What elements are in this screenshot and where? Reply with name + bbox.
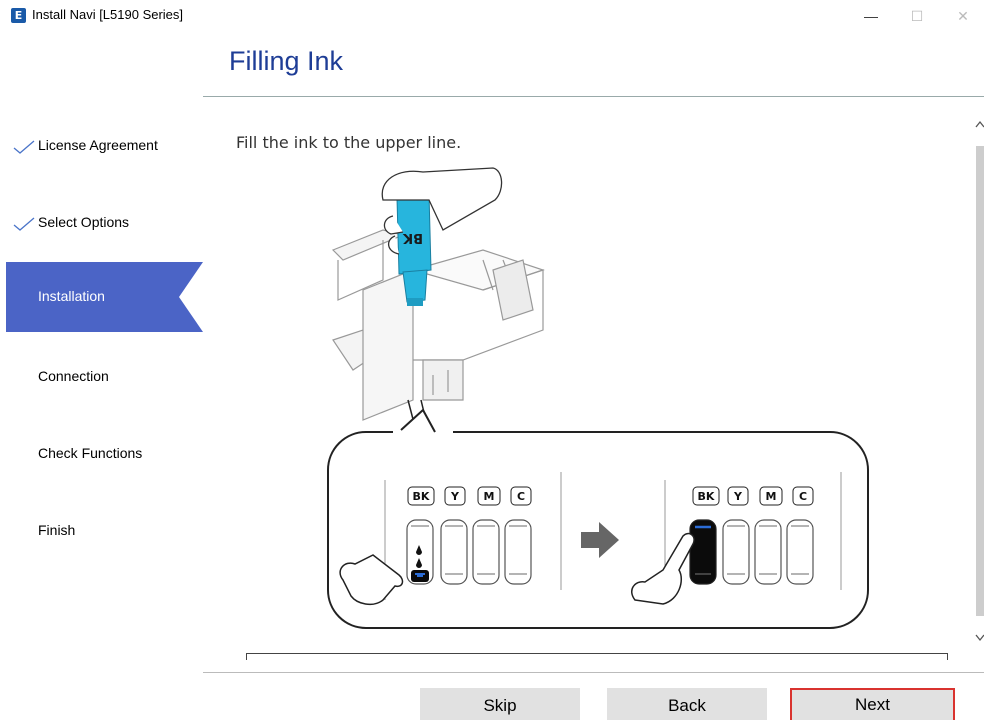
maximize-button[interactable]: ☐ (894, 0, 940, 32)
page-title: Filling Ink (229, 46, 344, 76)
installer-window: E Install Navi [L5190 Series] — ☐ ✕ Fill… (0, 0, 984, 720)
bottle-label: BK (402, 230, 423, 245)
tank-label-c: C (517, 490, 525, 503)
footer-divider (203, 672, 984, 673)
tank-label-y: Y (450, 490, 460, 503)
tank-label-y-after: Y (733, 490, 743, 503)
step-label: Connection (38, 368, 109, 384)
scrollbar[interactable] (974, 100, 984, 660)
title-bar: E Install Navi [L5190 Series] — ☐ ✕ (0, 0, 984, 32)
tank-label-bk-after: BK (698, 490, 715, 503)
window-title: Install Navi [L5190 Series] (32, 7, 184, 22)
step-label: Finish (38, 522, 76, 538)
tank-label-bk: BK (413, 490, 430, 503)
title-divider (203, 96, 984, 97)
sidebar-step-check-functions: Check Functions (0, 416, 203, 486)
tank-label-m-after: M (766, 490, 777, 503)
sidebar-step-license-agreement: License Agreement (0, 108, 203, 178)
step-label: Installation (38, 288, 105, 304)
step-label: Check Functions (38, 445, 143, 461)
close-button[interactable]: ✕ (940, 0, 984, 32)
minimize-button[interactable]: — (848, 0, 894, 32)
printer-illustration (331, 229, 545, 421)
fill-ink-illustration: BK BK Y M C BK Y M C (327, 167, 869, 629)
instruction-text: Fill the ink to the upper line. (236, 133, 462, 152)
scrollbar-thumb[interactable] (976, 146, 984, 616)
skip-button[interactable]: Skip (420, 688, 580, 720)
content-area: Fill the ink to the upper line. BK BK Y … (203, 100, 978, 660)
scroll-down-icon[interactable] (974, 630, 984, 644)
checkmark-icon (13, 140, 35, 154)
checkmark-icon (13, 217, 35, 231)
tank-label-c-after: C (799, 490, 807, 503)
sidebar-step-select-options: Select Options (0, 185, 203, 255)
app-icon: E (11, 8, 26, 23)
back-button[interactable]: Back (607, 688, 767, 720)
sidebar-step-connection: Connection (0, 339, 203, 409)
note-box (246, 653, 948, 660)
scroll-up-icon[interactable] (974, 118, 984, 132)
active-step-indicator (179, 262, 203, 332)
step-label: License Agreement (38, 137, 158, 153)
step-label: Select Options (38, 214, 130, 230)
sidebar-step-finish: Finish (0, 493, 203, 563)
next-button[interactable]: Next (790, 688, 955, 720)
tank-label-m: M (484, 490, 495, 503)
sidebar-step-installation: Installation (6, 262, 203, 332)
